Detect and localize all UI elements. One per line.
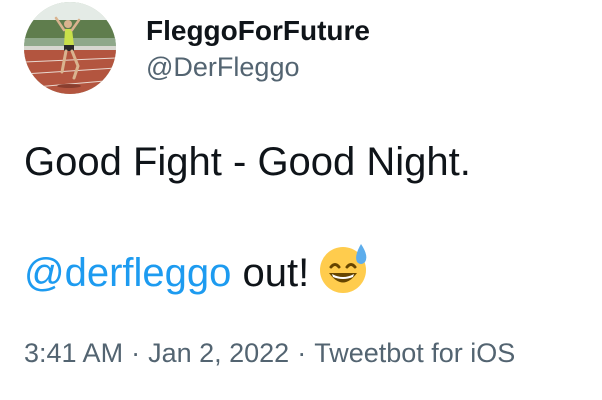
meta-separator: ·: [297, 338, 307, 368]
tweet-time[interactable]: 3:41 AM: [24, 338, 123, 368]
author-block: FleggoForFuture @DerFleggo: [146, 14, 370, 84]
tweet-text-line-1: Good Fight - Good Night.: [24, 140, 471, 184]
grinning-face-with-sweat-icon: [317, 240, 373, 296]
avatar-image: [24, 2, 116, 94]
mention-link[interactable]: @derfleggo: [24, 251, 231, 295]
avatar[interactable]: [24, 2, 116, 94]
tweet-source[interactable]: Tweetbot for iOS: [314, 338, 515, 368]
display-name[interactable]: FleggoForFuture: [146, 14, 370, 48]
tweet-date[interactable]: Jan 2, 2022: [148, 338, 289, 368]
tweet-card: FleggoForFuture @DerFleggo Good Fight - …: [0, 0, 602, 400]
tweet-text: Good Fight - Good Night. @derfleggo out!: [24, 136, 584, 299]
meta-separator: ·: [131, 338, 141, 368]
tweet-text-out: out!: [231, 251, 310, 295]
tweet-text-line-2: @derfleggo out!: [24, 240, 584, 299]
tweet-meta: 3:41 AM · Jan 2, 2022 · Tweetbot for iOS: [24, 336, 515, 370]
user-handle[interactable]: @DerFleggo: [146, 50, 370, 84]
